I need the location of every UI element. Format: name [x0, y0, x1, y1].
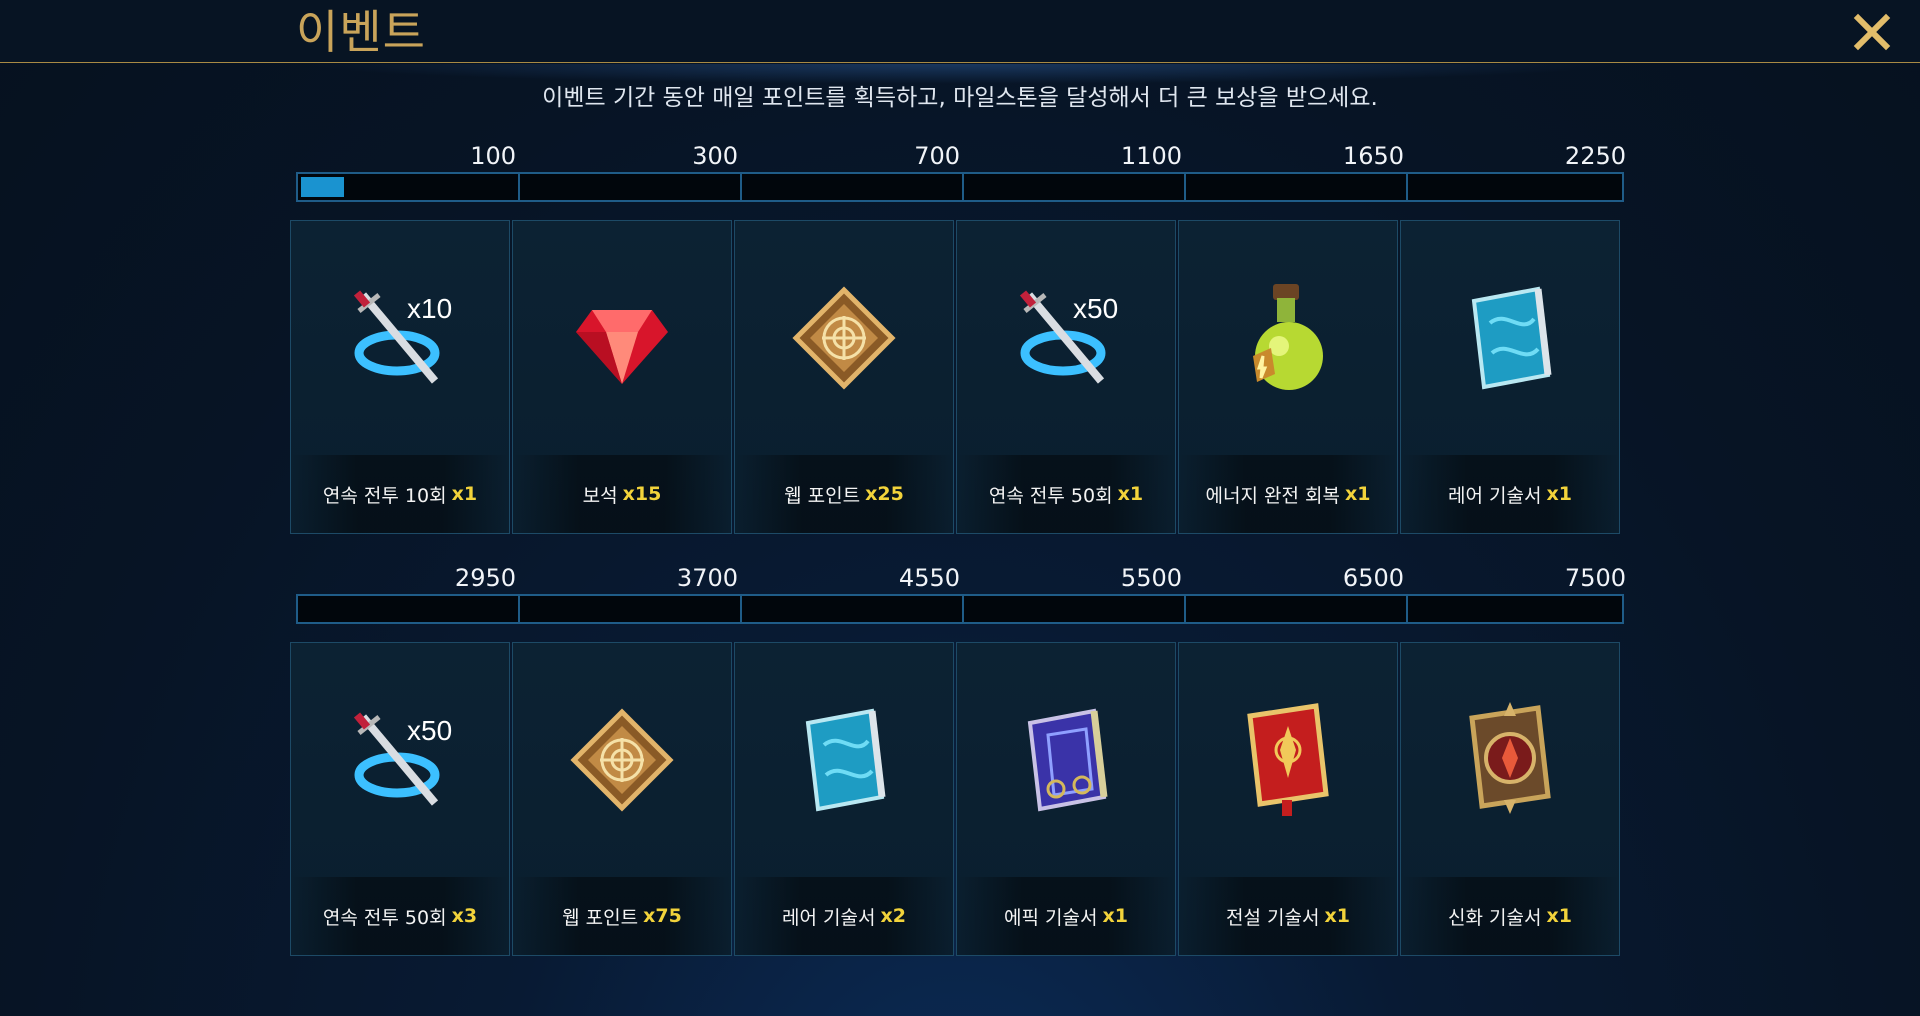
reward-name: 신화 기술서: [1448, 906, 1542, 929]
milestone-label: 700: [914, 142, 960, 170]
reward-label: 연속 전투 50회 x3: [291, 877, 509, 955]
reward-card[interactable]: 웹 포인트 x25: [734, 220, 954, 534]
reward-name: 에너지 완전 회복: [1205, 484, 1340, 507]
rare-tome-icon: [805, 708, 886, 812]
reward-card[interactable]: 레어 기술서 x2: [734, 642, 954, 956]
energy-potion-icon: [1253, 284, 1323, 390]
reward-card[interactable]: x50 연속 전투 50회 x3: [290, 642, 510, 956]
reward-quantity: x1: [1546, 483, 1572, 505]
reward-name: 전설 기술서: [1226, 906, 1320, 929]
milestone-labels: 2950 3700 4550 5500 6500 7500: [290, 564, 1630, 598]
reward-label: 에픽 기술서 x1: [957, 877, 1175, 955]
reward-card[interactable]: 신화 기술서 x1: [1400, 642, 1620, 956]
web-point-icon: [570, 708, 674, 812]
reward-quantity: x1: [1344, 483, 1371, 505]
multiplier-badge: x50: [407, 715, 453, 746]
reward-quantity: x1: [1117, 483, 1144, 505]
reward-name: 연속 전투 10회: [322, 484, 447, 507]
reward-name: 레어 기술서: [1448, 484, 1542, 507]
reward-label: 웹 포인트 x25: [735, 455, 953, 533]
reward-label: 신화 기술서 x1: [1401, 877, 1619, 955]
reward-card[interactable]: 에너지 완전 회복 x1: [1178, 220, 1398, 534]
reward-quantity: x15: [622, 483, 662, 505]
milestone-labels: 100 300 700 1100 1650 2250: [290, 142, 1630, 176]
close-icon[interactable]: [1852, 12, 1892, 52]
reward-card[interactable]: 레어 기술서 x1: [1400, 220, 1620, 534]
reward-label: 레어 기술서 x2: [735, 877, 953, 955]
milestone-label: 2950: [454, 564, 516, 592]
reward-label: 에너지 완전 회복 x1: [1179, 455, 1397, 533]
web-point-icon: [792, 286, 896, 390]
milestone-label: 6500: [1342, 564, 1404, 592]
event-description: 이벤트 기간 동안 매일 포인트를 획득하고, 마일스톤을 달성해서 더 큰 보…: [542, 85, 1378, 111]
reward-quantity: x1: [1324, 905, 1350, 927]
milestone-tier-1: 100 300 700 1100 1650 2250 x10 연속 전투 10회…: [290, 142, 1630, 534]
reward-quantity: x1: [1102, 905, 1128, 927]
reward-label: 연속 전투 10회 x1: [291, 455, 509, 533]
reward-name: 웹 포인트: [784, 484, 861, 507]
reward-name: 연속 전투 50회: [988, 484, 1113, 507]
milestone-progress-bar: [296, 594, 1624, 624]
reward-name: 웹 포인트: [562, 906, 639, 929]
milestone-tier-2: 2950 3700 4550 5500 6500 7500 x50 연속 전투 …: [290, 564, 1630, 956]
milestone-label: 7500: [1564, 564, 1626, 592]
reward-cards-row: x50 연속 전투 50회 x3 웹 포인트 x75 레어 기술서 x2 에픽 …: [290, 642, 1630, 956]
milestone-label: 300: [692, 142, 738, 170]
legendary-tome-icon: [1247, 703, 1329, 816]
reward-card[interactable]: 보석 x15: [512, 220, 732, 534]
milestone-label: 4550: [898, 564, 960, 592]
reward-card[interactable]: x10 연속 전투 10회 x1: [290, 220, 510, 534]
reward-quantity: x2: [880, 905, 906, 927]
milestone-label: 1100: [1120, 142, 1182, 170]
milestone-label: 2250: [1564, 142, 1626, 170]
reward-card[interactable]: x50 연속 전투 50회 x1: [956, 220, 1176, 534]
reward-quantity: x25: [865, 483, 904, 505]
reward-label: 전설 기술서 x1: [1179, 877, 1397, 955]
reward-cards-row: x10 연속 전투 10회 x1 보석 x15 웹 포인트 x25 x50 연속…: [290, 220, 1630, 534]
reward-label: 연속 전투 50회 x1: [957, 455, 1175, 533]
milestone-progress-bar: [296, 172, 1624, 202]
reward-quantity: x1: [451, 483, 478, 505]
reward-name: 에픽 기술서: [1004, 906, 1098, 929]
reward-quantity: x75: [643, 905, 682, 927]
reward-label: 레어 기술서 x1: [1401, 455, 1619, 533]
epic-tome-icon: [1027, 708, 1108, 812]
gem-icon: [576, 310, 668, 384]
reward-name: 레어 기술서: [782, 906, 876, 929]
milestone-label: 1650: [1342, 142, 1404, 170]
milestone-label: 100: [470, 142, 516, 170]
top-bar: 이벤트: [0, 0, 1920, 63]
milestone-label: 3700: [676, 564, 738, 592]
progress-fill: [301, 177, 344, 197]
milestone-label: 5500: [1120, 564, 1182, 592]
page-title: 이벤트: [296, 5, 426, 59]
reward-quantity: x1: [1546, 905, 1572, 927]
reward-quantity: x3: [451, 905, 478, 927]
reward-label: 보석 x15: [513, 455, 731, 533]
multiplier-badge: x10: [407, 293, 453, 324]
reward-name: 연속 전투 50회: [322, 906, 447, 929]
reward-label: 웹 포인트 x75: [513, 877, 731, 955]
mythical-tome-icon: [1469, 702, 1551, 814]
reward-card[interactable]: 에픽 기술서 x1: [956, 642, 1176, 956]
reward-card[interactable]: 웹 포인트 x75: [512, 642, 732, 956]
multiplier-badge: x50: [1073, 293, 1119, 324]
reward-name: 보석: [582, 484, 618, 507]
rare-tome-icon: [1471, 286, 1552, 390]
reward-card[interactable]: 전설 기술서 x1: [1178, 642, 1398, 956]
